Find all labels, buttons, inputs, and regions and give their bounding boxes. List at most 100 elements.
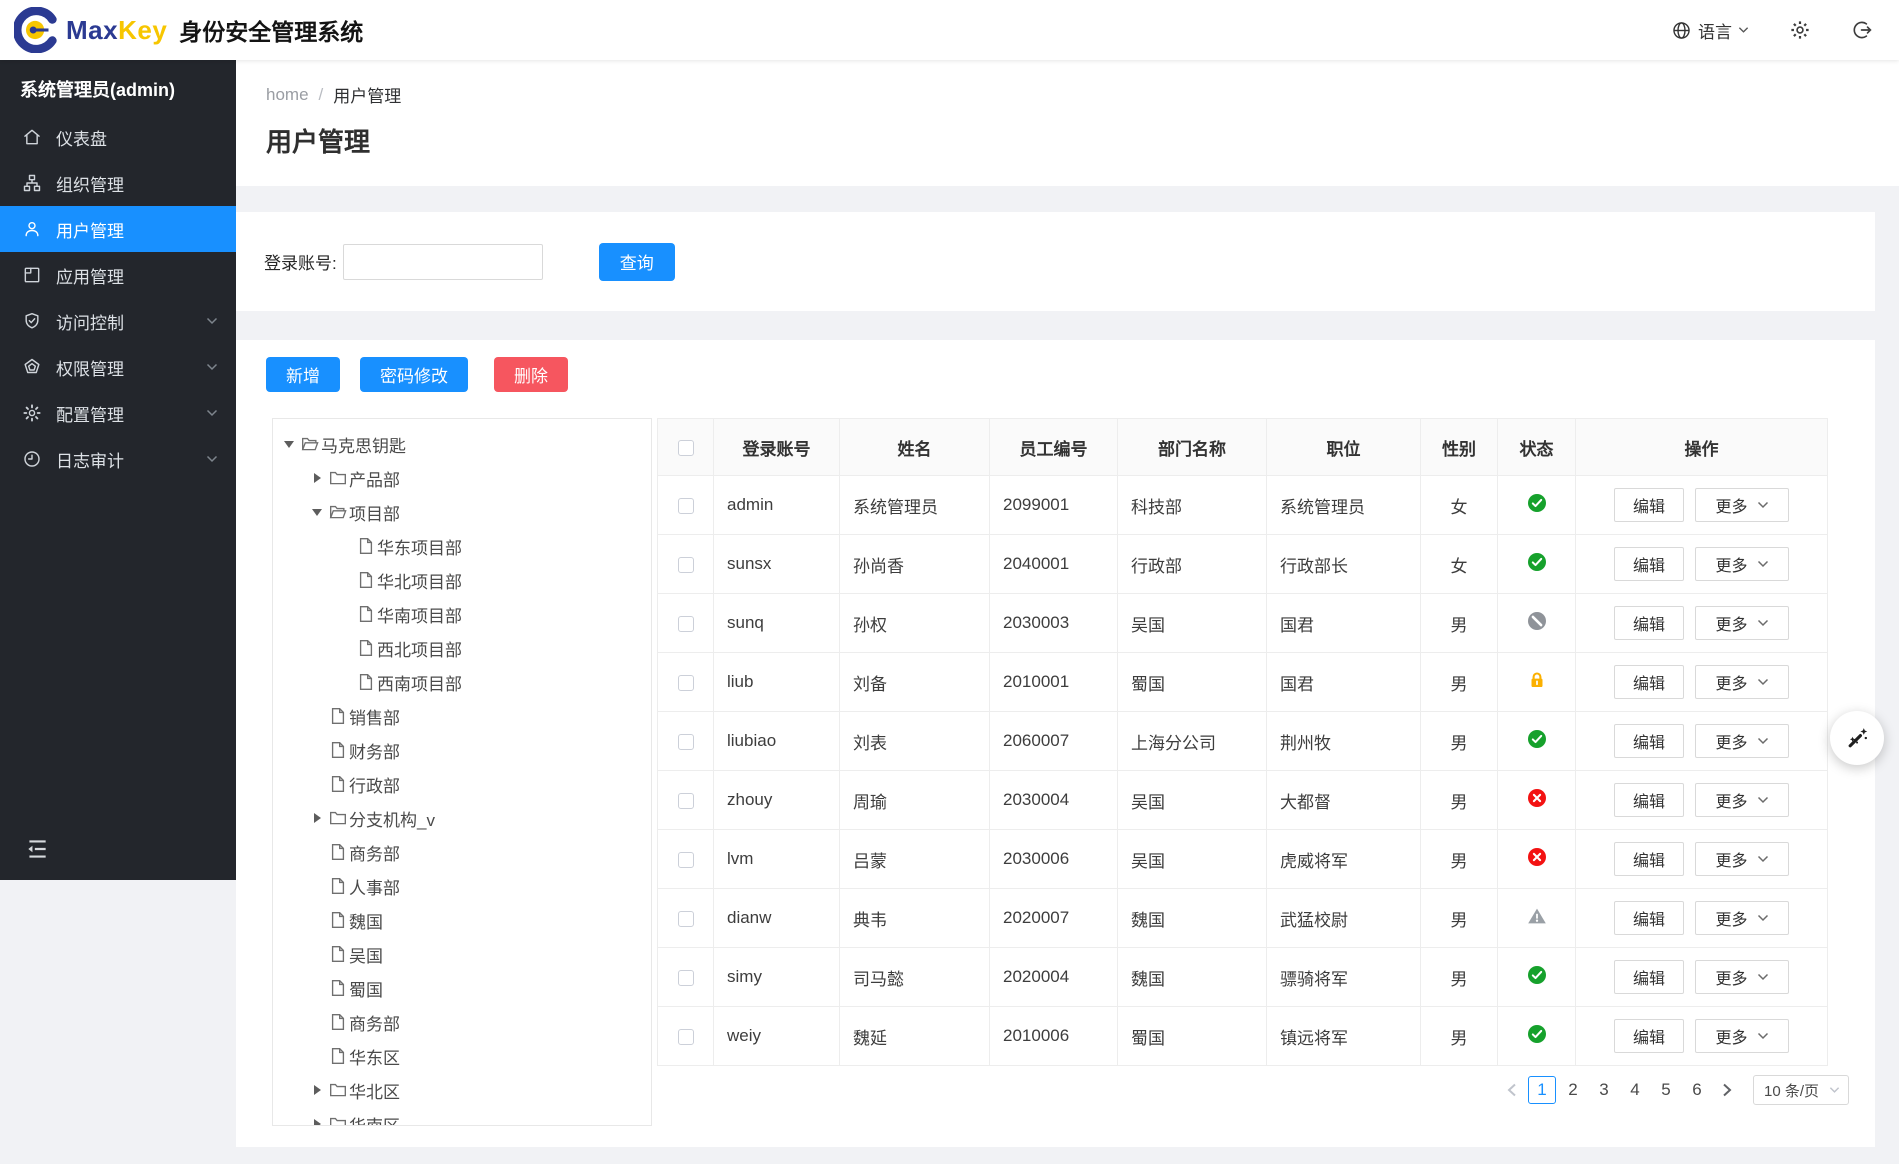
magic-wand-button[interactable] bbox=[1830, 711, 1884, 765]
page-6-button[interactable]: 6 bbox=[1683, 1076, 1711, 1104]
tree-item[interactable]: 马克思钥匙 bbox=[273, 427, 651, 461]
status-inactive-icon bbox=[1527, 788, 1547, 808]
sidebar-item-users[interactable]: 用户管理 bbox=[0, 206, 236, 252]
tree-item[interactable]: 产品部 bbox=[273, 461, 651, 495]
edit-button[interactable]: 编辑 bbox=[1614, 606, 1684, 640]
next-page-button[interactable] bbox=[1714, 1076, 1740, 1104]
sidebar-item-applications[interactable]: 应用管理 bbox=[0, 252, 236, 298]
tree-item[interactable]: 吴国 bbox=[273, 937, 651, 971]
logout-icon[interactable] bbox=[1851, 19, 1873, 41]
tree-item[interactable]: 西北项目部 bbox=[273, 631, 651, 665]
edit-button[interactable]: 编辑 bbox=[1614, 724, 1684, 758]
caret-right-icon[interactable] bbox=[309, 1119, 325, 1125]
row-checkbox[interactable] bbox=[677, 733, 694, 750]
tree-item[interactable]: 华南项目部 bbox=[273, 597, 651, 631]
org-icon bbox=[22, 173, 42, 193]
tree-item[interactable]: 华北项目部 bbox=[273, 563, 651, 597]
page-2-button[interactable]: 2 bbox=[1559, 1076, 1587, 1104]
row-checkbox[interactable] bbox=[677, 851, 694, 868]
edit-button[interactable]: 编辑 bbox=[1614, 783, 1684, 817]
row-checkbox[interactable] bbox=[677, 615, 694, 632]
tree-item[interactable]: 商务部 bbox=[273, 835, 651, 869]
row-checkbox[interactable] bbox=[677, 1028, 694, 1045]
caret-down-icon[interactable] bbox=[281, 440, 297, 448]
caret-right-icon[interactable] bbox=[309, 813, 325, 823]
caret-right-icon[interactable] bbox=[309, 1085, 325, 1095]
sidebar-item-label: 配置管理 bbox=[56, 405, 124, 425]
row-checkbox[interactable] bbox=[677, 674, 694, 691]
edit-button[interactable]: 编辑 bbox=[1614, 547, 1684, 581]
sidebar-item-audit[interactable]: 日志审计 bbox=[0, 436, 236, 482]
more-button[interactable]: 更多 bbox=[1695, 1019, 1789, 1053]
tree-item[interactable]: 西南项目部 bbox=[273, 665, 651, 699]
more-button[interactable]: 更多 bbox=[1695, 901, 1789, 935]
sidebar: 系统管理员(admin) 仪表盘 组织管理 用户管理 应用管理 访问控制 权限管理 配置管理… bbox=[0, 60, 236, 880]
checkbox-cell bbox=[657, 947, 714, 1007]
settings-gear-icon[interactable] bbox=[1789, 19, 1811, 41]
page-4-button[interactable]: 4 bbox=[1621, 1076, 1649, 1104]
edit-button[interactable]: 编辑 bbox=[1614, 842, 1684, 876]
page-size-select[interactable]: 10 条/页 bbox=[1753, 1075, 1849, 1105]
tree-item[interactable]: 行政部 bbox=[273, 767, 651, 801]
sidebar-item-config[interactable]: 配置管理 bbox=[0, 390, 236, 436]
more-button[interactable]: 更多 bbox=[1695, 488, 1789, 522]
page-3-button[interactable]: 3 bbox=[1590, 1076, 1618, 1104]
page-5-button[interactable]: 5 bbox=[1652, 1076, 1680, 1104]
brand[interactable]: MaxKey 身份安全管理系统 bbox=[0, 7, 363, 53]
collapse-sidebar-button[interactable] bbox=[0, 836, 52, 880]
row-checkbox[interactable] bbox=[677, 910, 694, 927]
tree-item[interactable]: 华东区 bbox=[273, 1039, 651, 1073]
edit-button[interactable]: 编辑 bbox=[1614, 901, 1684, 935]
edit-button[interactable]: 编辑 bbox=[1614, 488, 1684, 522]
breadcrumb-home-link[interactable]: home bbox=[266, 85, 309, 105]
tree-item[interactable]: 分支机构_v bbox=[273, 801, 651, 835]
row-checkbox[interactable] bbox=[677, 497, 694, 514]
file-icon bbox=[329, 707, 347, 725]
tree-item[interactable]: 项目部 bbox=[273, 495, 651, 529]
language-menu[interactable]: 语言 bbox=[1671, 18, 1749, 43]
column-header: 状态 bbox=[1497, 418, 1576, 476]
edit-button[interactable]: 编辑 bbox=[1614, 665, 1684, 699]
cell-position: 大都督 bbox=[1266, 770, 1421, 830]
tree-item[interactable]: 蜀国 bbox=[273, 971, 651, 1005]
edit-button[interactable]: 编辑 bbox=[1614, 1019, 1684, 1053]
sidebar-item-organizations[interactable]: 组织管理 bbox=[0, 160, 236, 206]
more-button[interactable]: 更多 bbox=[1695, 606, 1789, 640]
row-checkbox[interactable] bbox=[677, 556, 694, 573]
edit-button[interactable]: 编辑 bbox=[1614, 960, 1684, 994]
tree-item[interactable]: 华东项目部 bbox=[273, 529, 651, 563]
column-header: 职位 bbox=[1266, 418, 1421, 476]
cell-account: sunq bbox=[713, 593, 840, 653]
tree-item[interactable]: 华北区 bbox=[273, 1073, 651, 1107]
caret-right-icon[interactable] bbox=[309, 473, 325, 483]
sidebar-item-dashboard[interactable]: 仪表盘 bbox=[0, 114, 236, 160]
sidebar-item-access-control[interactable]: 访问控制 bbox=[0, 298, 236, 344]
sidebar-item-permissions[interactable]: 权限管理 bbox=[0, 344, 236, 390]
more-button[interactable]: 更多 bbox=[1695, 665, 1789, 699]
more-button[interactable]: 更多 bbox=[1695, 783, 1789, 817]
caret-down-icon[interactable] bbox=[309, 508, 325, 516]
row-checkbox[interactable] bbox=[677, 969, 694, 986]
more-button[interactable]: 更多 bbox=[1695, 842, 1789, 876]
tree-item[interactable]: 财务部 bbox=[273, 733, 651, 767]
more-button[interactable]: 更多 bbox=[1695, 960, 1789, 994]
previous-page-button[interactable] bbox=[1499, 1076, 1525, 1104]
select-all-checkbox[interactable] bbox=[677, 439, 694, 456]
tree-item-label: 行政部 bbox=[349, 776, 400, 796]
more-button[interactable]: 更多 bbox=[1695, 547, 1789, 581]
status-warning-icon bbox=[1527, 906, 1547, 926]
more-button[interactable]: 更多 bbox=[1695, 724, 1789, 758]
tree-item[interactable]: 销售部 bbox=[273, 699, 651, 733]
delete-button[interactable]: 删除 bbox=[494, 357, 568, 392]
tree-item[interactable]: 魏国 bbox=[273, 903, 651, 937]
tree-item[interactable]: 商务部 bbox=[273, 1005, 651, 1039]
tree-item[interactable]: 人事部 bbox=[273, 869, 651, 903]
row-checkbox[interactable] bbox=[677, 792, 694, 809]
query-button[interactable]: 查询 bbox=[598, 242, 675, 281]
add-button[interactable]: 新增 bbox=[266, 357, 340, 392]
page-1-button[interactable]: 1 bbox=[1528, 1076, 1556, 1104]
change-password-button[interactable]: 密码修改 bbox=[360, 357, 468, 392]
tree-item[interactable]: 华南区 bbox=[273, 1107, 651, 1125]
cell-position: 系统管理员 bbox=[1266, 475, 1421, 535]
login-account-input[interactable] bbox=[342, 243, 543, 280]
